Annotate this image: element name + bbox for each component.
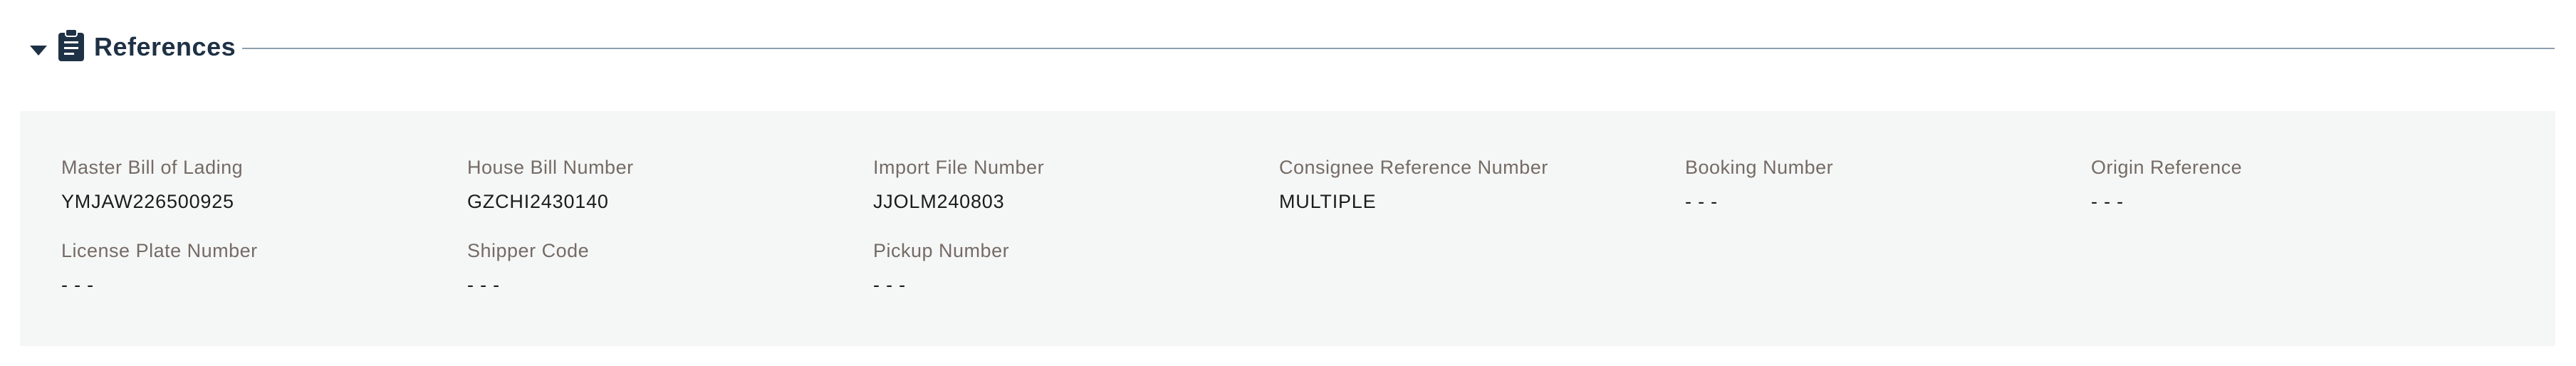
field-value: MULTIPLE [1279,191,1377,212]
field-value: - - - [873,274,906,296]
field-label: House Bill Number [467,157,634,178]
field-pickup-number: Pickup Number - - - [873,239,1243,297]
field-value: - - - [1685,191,1718,212]
field-consignee-reference-number: Consignee Reference Number MULTIPLE [1279,155,1649,214]
field-house-bill-number: House Bill Number GZCHI2430140 [467,155,838,214]
field-value: - - - [467,274,500,296]
field-booking-number: Booking Number - - - [1685,155,2055,214]
field-label: Booking Number [1685,157,1834,178]
field-value: - - - [61,274,94,296]
field-import-file-number: Import File Number JJOLM240803 [873,155,1243,214]
field-label: Pickup Number [873,240,1010,261]
field-origin-reference: Origin Reference - - - [2091,155,2461,214]
field-label: Origin Reference [2091,157,2243,178]
field-license-plate-number: License Plate Number - - - [61,239,432,297]
field-value: JJOLM240803 [873,191,1005,212]
references-panel: Master Bill of Lading YMJAW226500925 Hou… [20,111,2555,346]
collapse-caret-icon[interactable] [30,46,47,56]
field-master-bill-of-lading: Master Bill of Lading YMJAW226500925 [61,155,432,214]
field-label: Import File Number [873,157,1045,178]
field-value: YMJAW226500925 [61,191,234,212]
clipboard-icon [58,28,84,61]
field-shipper-code: Shipper Code - - - [467,239,838,297]
field-label: Master Bill of Lading [61,157,244,178]
field-value: - - - [2091,191,2124,212]
header-divider [242,48,2555,49]
references-section-header[interactable]: References [0,0,2576,100]
field-label: Shipper Code [467,240,590,261]
field-value: GZCHI2430140 [467,191,609,212]
field-label: Consignee Reference Number [1279,157,1548,178]
field-label: License Plate Number [61,240,258,261]
section-title: References [94,32,236,61]
